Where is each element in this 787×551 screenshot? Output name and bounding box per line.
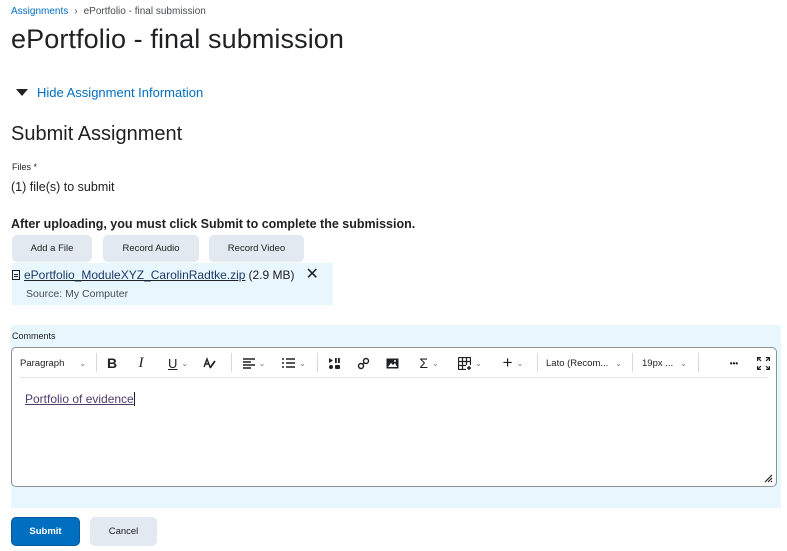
underline-icon: U	[167, 355, 178, 371]
toggle-label: Hide Assignment Information	[37, 85, 204, 100]
fullscreen-icon	[756, 356, 770, 370]
file-row: ePortfolio_ModuleXYZ_CarolinRadtke.zip (…	[12, 267, 319, 283]
bulleted-list-icon	[282, 357, 296, 368]
sigma-icon: Σ	[419, 355, 428, 371]
font-family-dropdown[interactable]: Lato (Recom... ⌄	[546, 354, 622, 372]
image-icon	[386, 358, 398, 368]
toolbar-divider-line	[20, 377, 768, 378]
cancel-button[interactable]: Cancel	[90, 517, 157, 546]
editor-toolbar: Paragraph ⌄ B I U ⌄ ⌄ ⌄ Σ ⌄ ⌄ + ⌄ Lato (…	[12, 348, 776, 377]
submission-note: After uploading, you must click Submit t…	[11, 217, 416, 231]
block-format-value: Paragraph	[20, 357, 65, 369]
comments-label: Comments	[12, 331, 56, 341]
breadcrumb-assignments-link[interactable]: Assignments	[11, 6, 68, 17]
file-icon	[12, 270, 20, 280]
remove-file-icon[interactable]: ✕	[305, 267, 318, 283]
submit-button[interactable]: Submit	[11, 517, 80, 546]
toolbar-divider	[698, 353, 699, 372]
required-marker: *	[33, 162, 38, 172]
plus-icon: +	[502, 353, 513, 372]
ellipsis-icon: •••	[729, 358, 739, 368]
add-file-button[interactable]: Add a File	[12, 235, 92, 262]
fullscreen-button[interactable]	[755, 354, 771, 372]
chevron-down-icon: ⌄	[680, 358, 687, 368]
equation-button[interactable]: Σ ⌄	[416, 354, 442, 372]
record-audio-button[interactable]: Record Audio	[103, 235, 199, 262]
file-size: (2.9 MB)	[248, 268, 295, 282]
hide-assignment-info-toggle[interactable]: Hide Assignment Information	[16, 85, 203, 100]
resize-handle-icon[interactable]	[764, 474, 773, 483]
page-title: ePortfolio - final submission	[11, 24, 345, 54]
breadcrumb-current: ePortfolio - final submission	[83, 6, 206, 17]
breadcrumb-separator: ›	[74, 6, 78, 17]
chevron-down-icon: ⌄	[516, 358, 524, 368]
editor-content[interactable]: Portfolio of evidence	[25, 392, 135, 406]
file-link[interactable]: ePortfolio_ModuleXYZ_CarolinRadtke.zip	[24, 268, 245, 282]
insert-media-button[interactable]	[326, 354, 342, 372]
section-title: Submit Assignment	[11, 123, 183, 145]
files-label-text: Files	[12, 162, 32, 172]
caret-down-icon	[16, 89, 28, 96]
chevron-down-icon: ⌄	[79, 358, 87, 368]
comments-editor[interactable]: Paragraph ⌄ B I U ⌄ ⌄ ⌄ Σ ⌄ ⌄ + ⌄ Lato (…	[11, 347, 777, 487]
table-button[interactable]: ⌄	[456, 354, 484, 372]
chevron-down-icon: ⌄	[615, 358, 622, 368]
breadcrumb: Assignments › ePortfolio - final submiss…	[11, 6, 206, 17]
chevron-down-icon: ⌄	[258, 358, 266, 368]
text-style-button[interactable]	[202, 354, 218, 372]
chevron-down-icon: ⌄	[431, 358, 439, 368]
record-video-button[interactable]: Record Video	[209, 235, 304, 262]
comment-text: Portfolio of evidence	[25, 392, 135, 406]
insert-button[interactable]: + ⌄	[499, 353, 527, 372]
font-size-value: 19px ...	[642, 357, 674, 369]
link-icon	[357, 357, 369, 369]
block-format-dropdown[interactable]: Paragraph ⌄	[20, 354, 90, 372]
toolbar-divider	[231, 353, 232, 372]
list-button[interactable]: ⌄	[280, 354, 308, 372]
align-button[interactable]: ⌄	[240, 354, 268, 372]
toolbar-divider	[317, 353, 318, 372]
chevron-down-icon: ⌄	[475, 358, 482, 368]
italic-icon: I	[138, 354, 144, 371]
chevron-down-icon: ⌄	[299, 358, 306, 368]
bold-icon: B	[106, 355, 118, 371]
insert-image-button[interactable]	[384, 354, 400, 372]
bold-button[interactable]: B	[104, 354, 120, 372]
toolbar-divider	[537, 353, 538, 372]
font-family-value: Lato (Recom...	[546, 357, 609, 369]
align-left-icon	[242, 357, 255, 369]
toolbar-divider	[632, 353, 633, 372]
files-count: (1) file(s) to submit	[11, 180, 115, 194]
underline-button[interactable]: U ⌄	[164, 354, 192, 372]
file-source: Source: My Computer	[26, 288, 129, 300]
toolbar-divider	[96, 353, 97, 372]
more-actions-button[interactable]: •••	[725, 354, 743, 372]
font-size-dropdown[interactable]: 19px ... ⌄	[642, 354, 688, 372]
files-label: Files *	[12, 162, 37, 172]
table-icon	[458, 356, 472, 370]
chevron-down-icon: ⌄	[181, 358, 189, 368]
insert-link-button[interactable]	[355, 354, 371, 372]
italic-button[interactable]: I	[133, 354, 149, 372]
strikethrough-format-icon	[203, 357, 216, 369]
insert-stuff-icon	[328, 357, 340, 369]
